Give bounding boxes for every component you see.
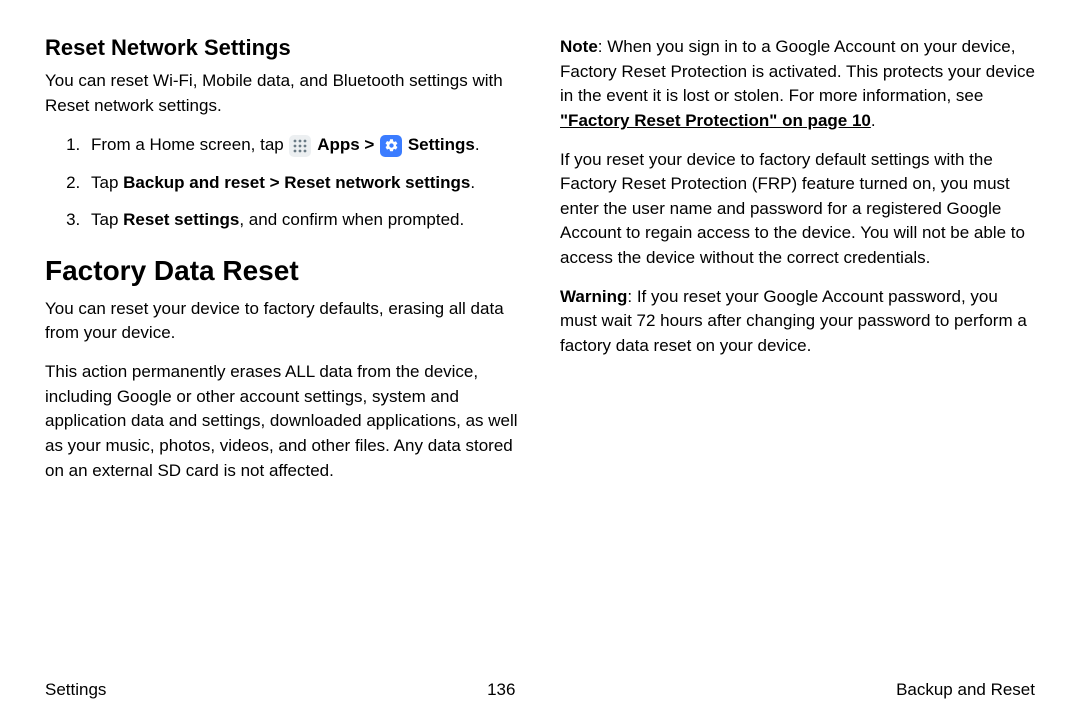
footer-right: Backup and Reset xyxy=(896,680,1035,700)
settings-icon xyxy=(380,135,402,157)
right-column: Note: When you sign in to a Google Accou… xyxy=(560,35,1035,497)
warning-paragraph: Warning: If you reset your Google Accoun… xyxy=(560,285,1035,359)
footer-page-number: 136 xyxy=(487,680,515,700)
heading-factory-reset: Factory Data Reset xyxy=(45,255,520,287)
settings-label: Settings xyxy=(408,135,475,154)
reset-network-steps: From a Home screen, tap Apps > Settings.… xyxy=(45,132,520,233)
left-column: Reset Network Settings You can reset Wi-… xyxy=(45,35,520,497)
frp-paragraph: If you reset your device to factory defa… xyxy=(560,148,1035,271)
reset-network-intro: You can reset Wi-Fi, Mobile data, and Bl… xyxy=(45,69,520,118)
footer-left: Settings xyxy=(45,680,106,700)
page-footer: Settings 136 Backup and Reset xyxy=(45,680,1035,700)
heading-reset-network: Reset Network Settings xyxy=(45,35,520,61)
frp-link[interactable]: "Factory Reset Protection" on page 10 xyxy=(560,111,871,130)
note-paragraph: Note: When you sign in to a Google Accou… xyxy=(560,35,1035,134)
factory-reset-p2: This action permanently erases ALL data … xyxy=(45,360,520,483)
apps-icon xyxy=(289,135,311,157)
step-3: Tap Reset settings, and confirm when pro… xyxy=(85,207,520,233)
apps-label: Apps xyxy=(317,135,360,154)
step-2: Tap Backup and reset > Reset network set… xyxy=(85,170,520,196)
step-1: From a Home screen, tap Apps > Settings. xyxy=(85,132,520,158)
factory-reset-p1: You can reset your device to factory def… xyxy=(45,297,520,346)
